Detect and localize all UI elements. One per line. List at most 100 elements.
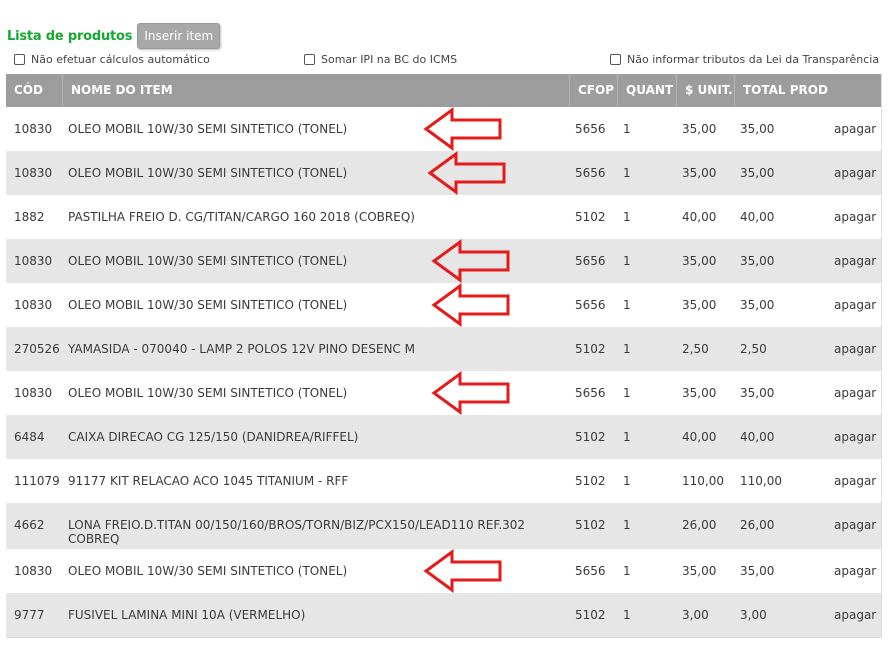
delete-link[interactable]: apagar: [834, 430, 876, 444]
cell-quant: 1: [623, 166, 631, 180]
checkbox[interactable]: [304, 54, 315, 65]
checkbox[interactable]: [14, 54, 25, 65]
cell-cfop: 5656: [575, 298, 606, 312]
delete-link[interactable]: apagar: [834, 210, 876, 224]
cell-total: 35,00: [740, 564, 775, 578]
products-table: CÓD NOME DO ITEM CFOP QUANT $ UNIT. TOTA…: [6, 74, 882, 638]
cell-unit-price: 35,00: [682, 254, 717, 268]
cell-total: 110,00: [740, 474, 782, 488]
cell-cod: 270526: [14, 342, 60, 356]
cell-cfop: 5102: [575, 518, 606, 532]
cell-cfop: 5656: [575, 122, 606, 136]
table-row: 4662 LONA FREIO.D.TITAN 00/150/160/BROS/T…: [6, 503, 881, 549]
table-header: CÓD NOME DO ITEM CFOP QUANT $ UNIT. TOTA…: [6, 74, 881, 107]
cell-total: 2,50: [740, 342, 767, 356]
cell-total: 3,00: [740, 608, 767, 622]
cell-cod: 4662: [14, 518, 45, 532]
table-row: 10830 OLEO MOBIL 10W/30 SEMI SINTETICO (T…: [6, 151, 881, 195]
cell-quant: 1: [623, 298, 631, 312]
column-header-quant: QUANT: [617, 74, 676, 107]
delete-link[interactable]: apagar: [834, 608, 876, 622]
option-sum-ipi[interactable]: Somar IPI na BC do ICMS: [304, 53, 457, 66]
option-label: Não efetuar cálculos automático: [31, 53, 210, 66]
table-row: 10830 OLEO MOBIL 10W/30 SEMI SINTETICO (T…: [6, 549, 881, 593]
cell-cfop: 5656: [575, 166, 606, 180]
column-header-nome: NOME DO ITEM: [62, 74, 569, 107]
option-no-transparency-tax[interactable]: Não informar tributos da Lei da Transpar…: [610, 53, 879, 66]
cell-cfop: 5656: [575, 386, 606, 400]
cell-cod: 10830: [14, 386, 53, 400]
cell-cod: 10830: [14, 254, 53, 268]
insert-item-button[interactable]: Inserir item: [137, 23, 221, 49]
cell-cfop: 5656: [575, 254, 606, 268]
cell-unit-price: 35,00: [682, 122, 717, 136]
cell-total: 26,00: [740, 518, 775, 532]
option-label: Não informar tributos da Lei da Transpar…: [627, 53, 880, 66]
cell-quant: 1: [623, 122, 631, 136]
cell-nome: YAMASIDA - 070040 - LAMP 2 POLOS 12V PIN…: [68, 342, 415, 356]
cell-cod: 9777: [14, 608, 45, 622]
cell-nome: OLEO MOBIL 10W/30 SEMI SINTETICO (TONEL): [68, 254, 348, 268]
delete-link[interactable]: apagar: [834, 342, 876, 356]
cell-cfop: 5102: [575, 210, 606, 224]
cell-unit-price: 35,00: [682, 166, 717, 180]
cell-total: 35,00: [740, 386, 775, 400]
delete-link[interactable]: apagar: [834, 386, 876, 400]
cell-unit-price: 2,50: [682, 342, 709, 356]
delete-link[interactable]: apagar: [834, 298, 876, 312]
cell-quant: 1: [623, 430, 631, 444]
cell-total: 35,00: [740, 166, 775, 180]
cell-cod: 10830: [14, 166, 53, 180]
delete-link[interactable]: apagar: [834, 122, 876, 136]
cell-total: 35,00: [740, 298, 775, 312]
cell-quant: 1: [623, 254, 631, 268]
cell-total: 40,00: [740, 210, 775, 224]
delete-link[interactable]: apagar: [834, 518, 876, 532]
cell-cod: 10830: [14, 122, 53, 136]
delete-link[interactable]: apagar: [834, 474, 876, 488]
cell-cod: 10830: [14, 564, 53, 578]
cell-cod: 6484: [14, 430, 45, 444]
cell-cod: 1882: [14, 210, 45, 224]
column-header-total: TOTAL PROD: [734, 74, 881, 107]
cell-total: 35,00: [740, 254, 775, 268]
table-row: 9777 FUSIVEL LAMINA MINI 10A (VERMELHO) 51…: [6, 593, 881, 637]
cell-nome: PASTILHA FREIO D. CG/TITAN/CARGO 160 201…: [68, 210, 415, 224]
cell-quant: 1: [623, 608, 631, 622]
cell-quant: 1: [623, 342, 631, 356]
column-header-cod: CÓD: [14, 83, 43, 97]
cell-total: 35,00: [740, 122, 775, 136]
table-row: 1882 PASTILHA FREIO D. CG/TITAN/CARGO 160…: [6, 195, 881, 239]
cell-quant: 1: [623, 210, 631, 224]
delete-link[interactable]: apagar: [834, 166, 876, 180]
table-body: 10830 OLEO MOBIL 10W/30 SEMI SINTETICO (T…: [6, 107, 881, 637]
cell-quant: 1: [623, 474, 631, 488]
cell-nome: CAIXA DIRECAO CG 125/150 (DANIDREA/RIFFE…: [68, 430, 359, 444]
cell-quant: 1: [623, 564, 631, 578]
delete-link[interactable]: apagar: [834, 254, 876, 268]
cell-nome: LONA FREIO.D.TITAN 00/150/160/BROS/TORN/…: [68, 518, 526, 546]
cell-total: 40,00: [740, 430, 775, 444]
table-row: 10830 OLEO MOBIL 10W/30 SEMI SINTETICO (T…: [6, 371, 881, 415]
cell-cfop: 5102: [575, 430, 606, 444]
cell-nome: 91177 KIT RELACAO ACO 1045 TITANIUM - RF…: [68, 474, 349, 488]
cell-cod: 10830: [14, 298, 53, 312]
cell-nome: OLEO MOBIL 10W/30 SEMI SINTETICO (TONEL): [68, 386, 348, 400]
cell-cfop: 5656: [575, 564, 606, 578]
cell-nome: OLEO MOBIL 10W/30 SEMI SINTETICO (TONEL): [68, 298, 348, 312]
cell-cfop: 5102: [575, 608, 606, 622]
table-row: 111079 91177 KIT RELACAO ACO 1045 TITANIU…: [6, 459, 881, 503]
cell-unit-price: 35,00: [682, 298, 717, 312]
table-row: 10830 OLEO MOBIL 10W/30 SEMI SINTETICO (T…: [6, 283, 881, 327]
column-header-cfop: CFOP: [569, 74, 617, 107]
table-row: 10830 OLEO MOBIL 10W/30 SEMI SINTETICO (T…: [6, 107, 881, 151]
delete-link[interactable]: apagar: [834, 564, 876, 578]
cell-nome: OLEO MOBIL 10W/30 SEMI SINTETICO (TONEL): [68, 122, 348, 136]
column-header-unit: $ UNIT.: [676, 74, 734, 107]
table-row: 10830 OLEO MOBIL 10W/30 SEMI SINTETICO (T…: [6, 239, 881, 283]
cell-unit-price: 40,00: [682, 430, 717, 444]
checkbox[interactable]: [610, 54, 621, 65]
option-no-auto-calc[interactable]: Não efetuar cálculos automático: [14, 53, 210, 66]
cell-cod: 111079: [14, 474, 60, 488]
cell-nome: OLEO MOBIL 10W/30 SEMI SINTETICO (TONEL): [68, 166, 348, 180]
